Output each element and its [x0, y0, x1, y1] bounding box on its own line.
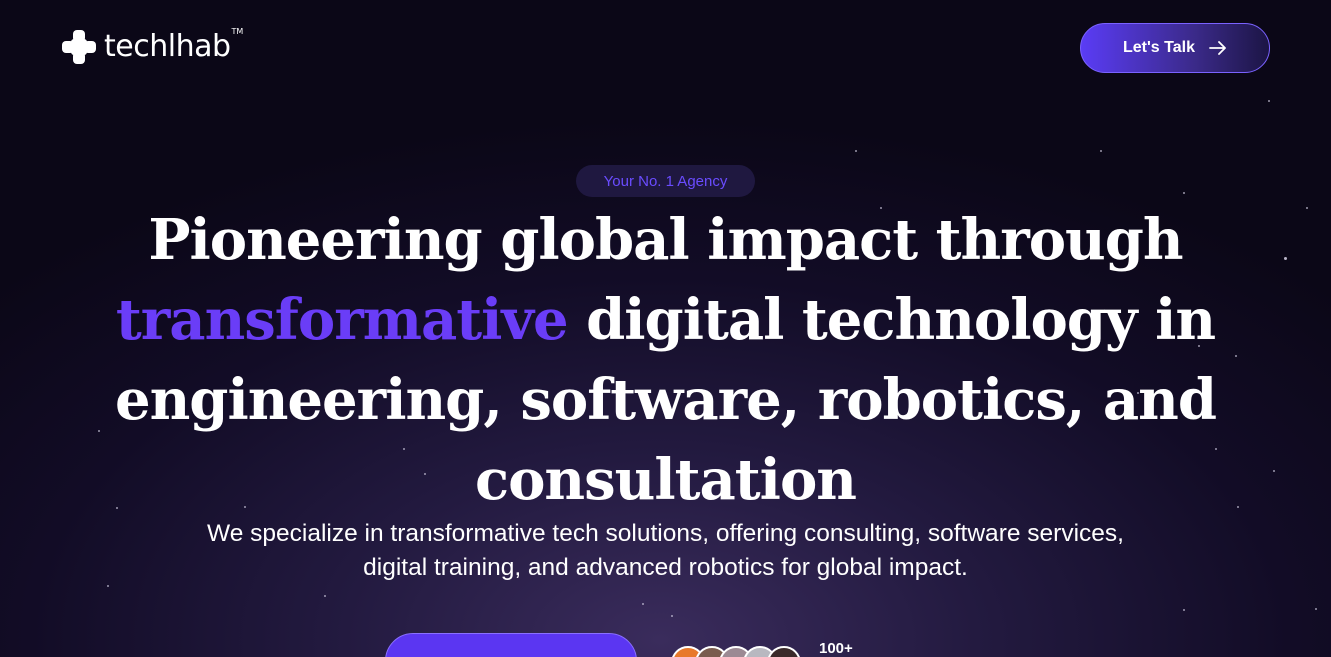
- hero-subtitle: We specialize in transformative tech sol…: [207, 520, 1124, 581]
- client-avatars: [671, 646, 801, 657]
- trademark: TM: [231, 26, 244, 36]
- headline-accent: transformative: [115, 287, 569, 353]
- headline-line-2: digital technology in: [567, 287, 1216, 353]
- primary-cta-button[interactable]: [385, 633, 637, 657]
- lets-talk-button[interactable]: Let's Talk: [1080, 23, 1270, 73]
- brand-logo[interactable]: techlhab TM: [60, 26, 244, 66]
- lets-talk-label: Let's Talk: [1123, 39, 1195, 56]
- brand-name: techlhab: [104, 29, 231, 64]
- site-header: techlhab TM Let's Talk: [0, 0, 1331, 96]
- hero-headline: Pioneering global impact through transfo…: [40, 200, 1291, 520]
- clients-count: 100+: [819, 640, 853, 657]
- arrow-right-icon: [1209, 41, 1226, 55]
- agency-badge: Your No. 1 Agency: [576, 165, 755, 197]
- avatar: [767, 646, 801, 657]
- headline-line-3: engineering, software, robotics, and: [114, 367, 1217, 433]
- headline-line-4: consultation: [474, 447, 857, 513]
- logo-mark-icon: [60, 28, 98, 66]
- headline-line-1: Pioneering global impact through: [148, 207, 1183, 273]
